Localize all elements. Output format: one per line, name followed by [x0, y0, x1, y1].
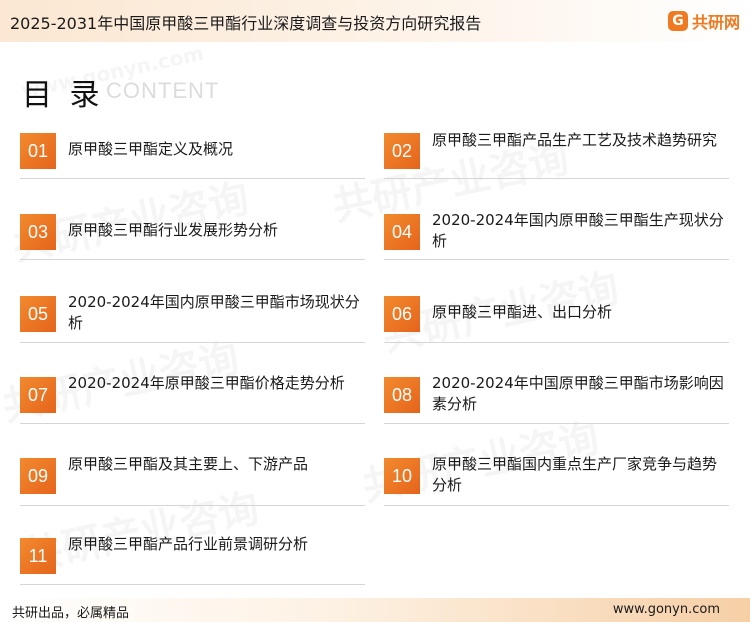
item-label: 原甲酸三甲酯国内重点生产厂家竞争与趋势分析: [432, 455, 718, 494]
item-number: 10: [384, 458, 420, 494]
item-number: 08: [384, 377, 420, 413]
divider: [384, 342, 729, 343]
divider: [384, 259, 729, 260]
footer-bar: 共研出品，必属精品 www.gonyn.com: [0, 598, 750, 622]
item-label: 2020-2024年国内原甲酸三甲酯市场现状分析: [68, 293, 360, 332]
divider: [20, 584, 365, 585]
logo-icon: G: [667, 11, 688, 31]
item-label: 原甲酸三甲酯产品生产工艺及技术趋势研究: [432, 131, 718, 149]
toc-item[interactable]: 03 原甲酸三甲酯行业发展形势分析: [20, 212, 365, 262]
divider: [384, 423, 729, 424]
brand-logo[interactable]: G 共研网: [667, 9, 740, 33]
toc-item[interactable]: 07 2020-2024年原甲酸三甲酯价格走势分析: [20, 374, 365, 425]
toc-title: 目 录: [22, 78, 104, 113]
item-label: 原甲酸三甲酯产品行业前景调研分析: [68, 535, 309, 553]
divider: [384, 178, 729, 179]
item-label: 2020-2024年原甲酸三甲酯价格走势分析: [68, 374, 345, 392]
toc-subtitle: CONTENT: [106, 78, 220, 103]
item-number: 05: [20, 296, 56, 332]
footer-slogan: 共研出品，必属精品: [12, 606, 130, 621]
item-label: 2020-2024年中国原甲酸三甲酯市场影响因素分析: [432, 374, 724, 413]
item-number: 09: [20, 458, 56, 494]
item-label: 原甲酸三甲酯进、出口分析: [432, 303, 613, 321]
divider: [20, 423, 365, 424]
divider: [384, 505, 729, 506]
item-label: 原甲酸三甲酯定义及概况: [68, 140, 234, 158]
divider: [20, 342, 365, 343]
header-bar: 2025-2031年中国原甲酸三甲酯行业深度调查与投资方向研究报告 G 共研网: [0, 0, 750, 42]
logo-text: 共研网: [691, 13, 740, 32]
item-label: 原甲酸三甲酯及其主要上、下游产品: [68, 455, 309, 473]
toc-item[interactable]: 06 原甲酸三甲酯进、出口分析: [384, 294, 729, 344]
toc-item[interactable]: 01 原甲酸三甲酯定义及概况: [20, 131, 365, 181]
divider: [20, 505, 365, 506]
item-number: 06: [384, 296, 420, 332]
divider: [20, 259, 365, 260]
item-number: 04: [384, 214, 420, 250]
item-label: 原甲酸三甲酯行业发展形势分析: [68, 221, 279, 239]
toc-item[interactable]: 02 原甲酸三甲酯产品生产工艺及技术趋势研究: [384, 131, 729, 181]
item-number: 03: [20, 214, 56, 250]
toc-item[interactable]: 09 原甲酸三甲酯及其主要上、下游产品: [20, 455, 365, 506]
item-number: 01: [20, 133, 56, 169]
toc-item[interactable]: 11 原甲酸三甲酯产品行业前景调研分析: [20, 535, 365, 586]
toc-item[interactable]: 04 2020-2024年国内原甲酸三甲酯生产现状分析: [384, 211, 729, 262]
toc-item[interactable]: 08 2020-2024年中国原甲酸三甲酯市场影响因素分析: [384, 374, 729, 425]
footer-url[interactable]: www.gonyn.com: [613, 602, 720, 617]
report-title: 2025-2031年中国原甲酸三甲酯行业深度调查与投资方向研究报告: [10, 14, 482, 33]
item-label: 2020-2024年国内原甲酸三甲酯生产现状分析: [432, 211, 724, 250]
toc-item[interactable]: 10 原甲酸三甲酯国内重点生产厂家竞争与趋势分析: [384, 455, 729, 506]
item-number: 07: [20, 377, 56, 413]
item-number: 11: [20, 538, 56, 574]
toc-item[interactable]: 05 2020-2024年国内原甲酸三甲酯市场现状分析: [20, 293, 365, 344]
divider: [20, 178, 365, 179]
item-number: 02: [384, 133, 420, 169]
